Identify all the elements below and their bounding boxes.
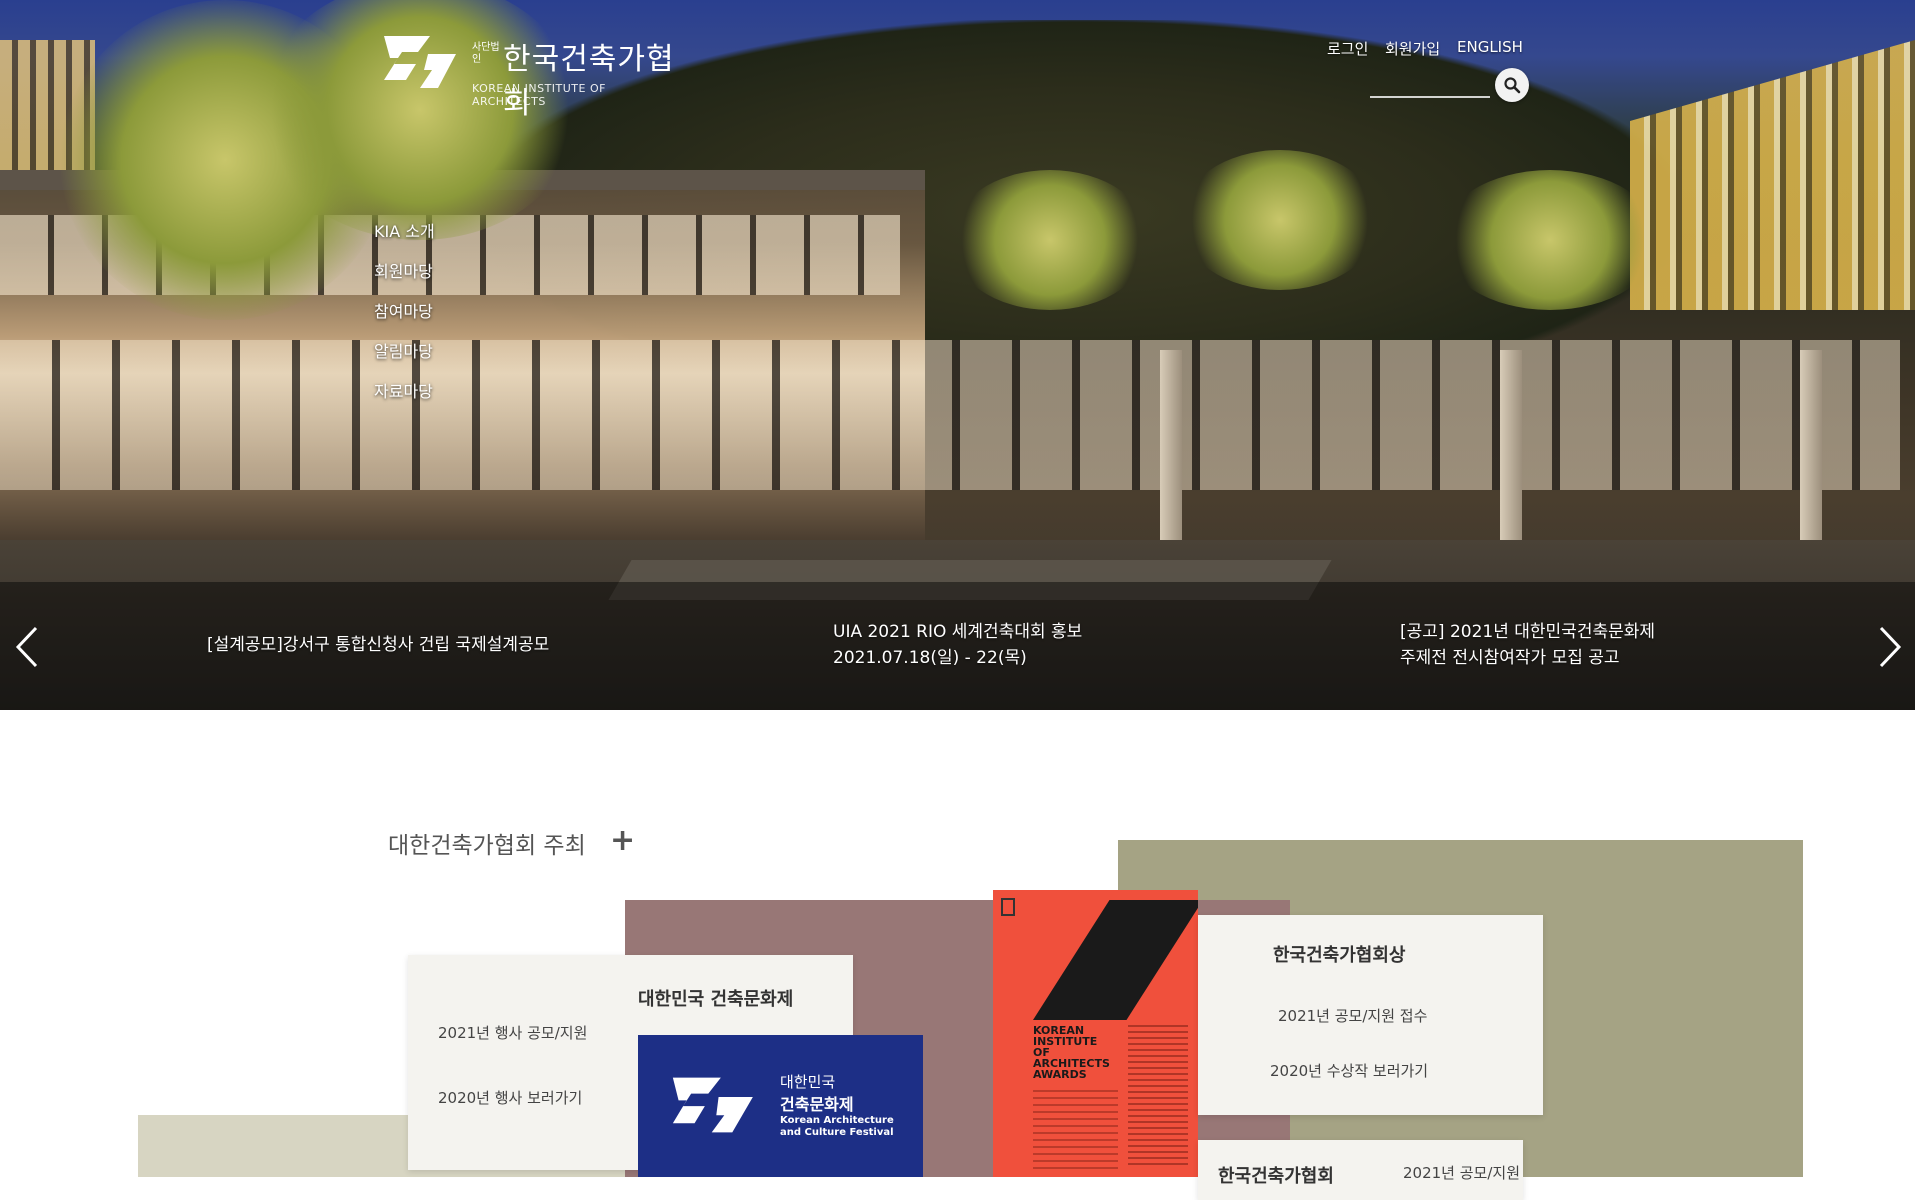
awards-poster[interactable]: KOREAN INSTITUTE OF ARCHITECTS AWARDS bbox=[993, 890, 1198, 1177]
slider-prev-button[interactable] bbox=[8, 622, 44, 672]
poster-body-text bbox=[1128, 1025, 1188, 1165]
festival-logo-line1: 대한민국 bbox=[780, 1073, 836, 1091]
slide-caption-subtitle: 주제전 전시참여작가 모집 공고 bbox=[1400, 648, 1620, 668]
slide-caption-date: 2021.07.18(일) - 22(목) bbox=[833, 648, 1027, 668]
festival-logo-line3: Korean Architecture and Culture Festival bbox=[780, 1115, 894, 1138]
slide-caption-2[interactable]: UIA 2021 RIO 세계건축대회 홍보 2021.07.18(일) - 2… bbox=[833, 619, 1082, 671]
awards-card: 한국건축가협회상 2021년 공모/지원 접수 2020년 수상작 보러가기 bbox=[1198, 915, 1543, 1115]
bottom-card-title: 한국건축가협회 bbox=[1218, 1166, 1334, 1187]
festival-logo-line2: 건축문화제 bbox=[780, 1095, 854, 1114]
poster-body-text bbox=[1033, 1090, 1118, 1170]
chevron-right-icon bbox=[1879, 626, 1902, 668]
hero-photo-windows bbox=[0, 340, 1900, 490]
slide-caption-title: [공고] 2021년 대한민국건축문화제 bbox=[1400, 622, 1656, 642]
hero-slider bbox=[0, 0, 1915, 710]
festival-title: 대한민국 건축문화제 bbox=[638, 989, 794, 1010]
menu-item-participation[interactable]: 참여마당 bbox=[374, 298, 435, 338]
festival-apply-link[interactable]: 2021년 행사 공모/지원 bbox=[438, 1022, 587, 1043]
search-icon bbox=[1504, 77, 1521, 94]
hero-photo-pillar bbox=[1800, 350, 1822, 540]
awards-title: 한국건축가협회상 bbox=[1273, 945, 1406, 966]
menu-item-kia-intro[interactable]: KIA 소개 bbox=[374, 218, 435, 258]
slide-caption-title: UIA 2021 RIO 세계건축대회 홍보 bbox=[833, 622, 1083, 642]
slide-caption-title: [설계공모]강서구 통합신청사 건립 국제설계공모 bbox=[207, 635, 550, 655]
search-input[interactable] bbox=[1370, 96, 1490, 98]
logo-english: KOREAN INSTITUTE OF ARCHITECTS bbox=[472, 82, 606, 108]
hero-photo-tree bbox=[1180, 150, 1380, 290]
main-menu: KIA 소개 회원마당 참여마당 알림마당 자료마당 bbox=[374, 218, 435, 418]
signup-link[interactable]: 회원가입 bbox=[1385, 38, 1440, 59]
slider-next-button[interactable] bbox=[1873, 622, 1909, 672]
poster-graphic bbox=[1033, 900, 1198, 1020]
chevron-left-icon bbox=[15, 626, 38, 668]
festival-past-link[interactable]: 2020년 행사 보러가기 bbox=[438, 1087, 582, 1108]
bottom-card: 한국건축가협회 2021년 공모/지원 bbox=[1198, 1140, 1523, 1200]
poster-corner-mark bbox=[1001, 898, 1015, 916]
poster-text: KOREAN INSTITUTE OF ARCHITECTS AWARDS bbox=[1033, 1024, 1110, 1081]
bottom-card-link[interactable]: 2021년 공모/지원 bbox=[1403, 1162, 1520, 1183]
more-button[interactable]: + bbox=[610, 826, 635, 856]
hero-photo-tree bbox=[950, 170, 1150, 310]
logo-small-label: 사단법인 bbox=[472, 42, 500, 65]
festival-logo[interactable]: 대한민국 건축문화제 Korean Architecture and Cultu… bbox=[638, 1035, 923, 1177]
logo-name: 한국건축가협회 bbox=[503, 42, 675, 121]
slide-caption-1[interactable]: [설계공모]강서구 통합신청사 건립 국제설계공모 bbox=[207, 632, 549, 658]
festival-logo-icon bbox=[672, 1077, 753, 1133]
menu-item-notices[interactable]: 알림마당 bbox=[374, 338, 435, 378]
site-logo[interactable]: 사단법인 한국건축가협회 KOREAN INSTITUTE OF ARCHITE… bbox=[380, 30, 680, 121]
menu-item-members[interactable]: 회원마당 bbox=[374, 258, 435, 298]
english-link[interactable]: ENGLISH bbox=[1457, 38, 1523, 56]
hero-photo-pillar bbox=[1160, 350, 1182, 540]
slide-caption-3[interactable]: [공고] 2021년 대한민국건축문화제 주제전 전시참여작가 모집 공고 bbox=[1400, 619, 1655, 671]
menu-item-archive[interactable]: 자료마당 bbox=[374, 378, 435, 418]
awards-past-link[interactable]: 2020년 수상작 보러가기 bbox=[1270, 1060, 1428, 1081]
login-link[interactable]: 로그인 bbox=[1327, 38, 1368, 59]
hero-photo-pillar bbox=[1500, 350, 1522, 540]
plus-icon: + bbox=[610, 823, 636, 858]
kia-logo-icon bbox=[384, 36, 456, 88]
hero-photo-tree bbox=[1440, 170, 1660, 310]
awards-apply-link[interactable]: 2021년 공모/지원 접수 bbox=[1278, 1005, 1427, 1026]
search-button[interactable] bbox=[1495, 68, 1529, 102]
section-title: 대한건축가협회 주최 bbox=[388, 833, 586, 859]
